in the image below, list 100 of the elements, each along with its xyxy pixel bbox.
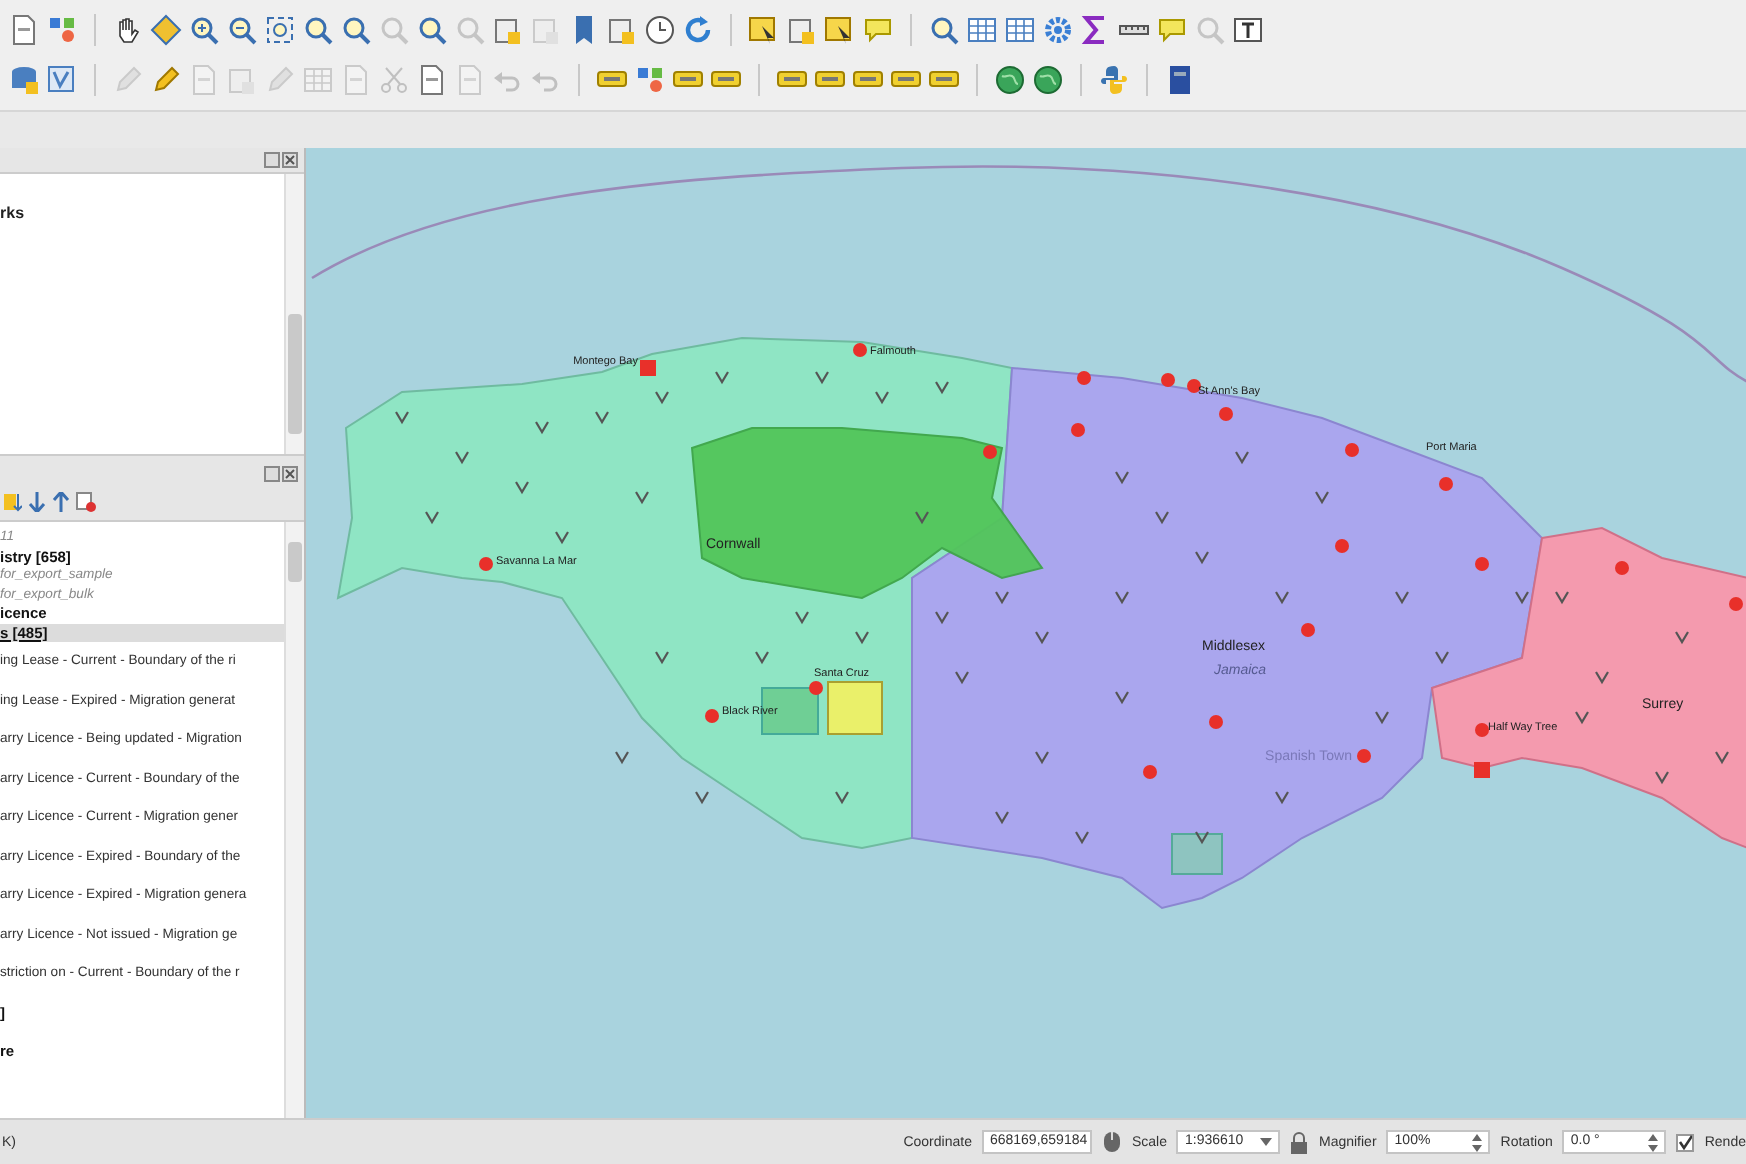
point-marker-icon (1435, 651, 1449, 665)
town-dot (1475, 723, 1489, 737)
layer-icon[interactable] (786, 13, 818, 46)
select-icon[interactable] (824, 13, 856, 46)
render-checkbox[interactable] (1676, 1133, 1695, 1151)
close-icon[interactable] (282, 465, 298, 481)
close-icon[interactable] (282, 151, 298, 167)
point-marker-icon (1515, 591, 1529, 605)
magnifier-icon[interactable] (416, 13, 448, 46)
city-square (1474, 762, 1490, 778)
point-marker-icon (615, 751, 629, 765)
magnifier-icon[interactable] (340, 13, 372, 46)
point-marker-icon (715, 371, 729, 385)
point-marker-icon (655, 391, 669, 405)
town-dot (1335, 539, 1349, 553)
lock-icon[interactable] (1290, 1131, 1309, 1153)
float-icon[interactable] (264, 465, 280, 481)
point-marker-icon (1195, 831, 1209, 845)
layer-icon[interactable] (492, 13, 524, 46)
table-icon[interactable] (1004, 13, 1036, 46)
town-dot (1729, 597, 1743, 611)
pencil-icon[interactable] (150, 64, 182, 97)
python-icon[interactable] (1098, 64, 1130, 97)
point-marker-icon (595, 411, 609, 425)
table-icon[interactable] (966, 13, 998, 46)
point-marker-icon (535, 421, 549, 435)
document-icon[interactable] (416, 64, 448, 97)
document-icon[interactable] (8, 13, 40, 46)
parcel-area (827, 681, 883, 735)
caret-icon (1260, 1138, 1273, 1146)
town-dot (1357, 749, 1371, 763)
mouse-icon[interactable] (1101, 1130, 1122, 1154)
style-icon[interactable] (634, 64, 666, 97)
town-dot (809, 681, 823, 695)
point-marker-icon (1035, 631, 1049, 645)
point-marker-icon (935, 611, 949, 625)
town-dot (1187, 379, 1201, 393)
vector-icon[interactable] (46, 64, 78, 97)
point-marker-icon (1395, 591, 1409, 605)
point-marker-icon (1035, 751, 1049, 765)
help-book-icon[interactable] (1164, 64, 1196, 97)
point-marker-icon (1595, 671, 1609, 685)
text-box-icon[interactable] (1232, 13, 1264, 46)
zoom-out-icon[interactable] (226, 13, 258, 46)
database-icon[interactable] (8, 64, 40, 97)
layer-icon[interactable] (606, 13, 638, 46)
gear-icon[interactable] (1042, 13, 1074, 46)
point-marker-icon (395, 411, 409, 425)
point-marker-icon (915, 511, 929, 525)
parcel-area (1171, 833, 1223, 875)
remove-layer-icon[interactable] (76, 492, 96, 512)
arrow-down-icon[interactable] (28, 492, 46, 512)
point-marker-icon (1575, 711, 1589, 725)
city-square (640, 360, 656, 376)
town-dot (983, 445, 997, 459)
town-dot (853, 343, 867, 357)
point-marker-icon (1115, 691, 1129, 705)
style-icon[interactable] (46, 13, 78, 46)
browser-item[interactable]: rks (0, 180, 284, 222)
arrow-up-icon[interactable] (52, 492, 70, 512)
point-marker-icon (425, 511, 439, 525)
point-marker-icon (515, 481, 529, 495)
layer-icon[interactable] (4, 492, 22, 512)
town-dot (705, 709, 719, 723)
town-dot (1615, 561, 1629, 575)
point-marker-icon (1195, 551, 1209, 565)
town-dot (1143, 765, 1157, 779)
point-marker-icon (855, 631, 869, 645)
magnifier-icon[interactable] (302, 13, 334, 46)
zoom-extent-icon[interactable] (264, 13, 296, 46)
spin-arrows-icon (1648, 1133, 1659, 1151)
point-marker-icon (955, 671, 969, 685)
town-dot (1439, 477, 1453, 491)
point-marker-icon (935, 381, 949, 395)
point-marker-icon (555, 531, 569, 545)
zoom-in-icon[interactable] (188, 13, 220, 46)
scrollbar[interactable] (284, 174, 304, 454)
point-marker-icon (1275, 591, 1289, 605)
point-marker-icon (875, 391, 889, 405)
select-icon[interactable] (748, 13, 780, 46)
town-dot (1219, 407, 1233, 421)
point-marker-icon (455, 451, 469, 465)
town-dot (1071, 423, 1085, 437)
point-marker-icon (1235, 451, 1249, 465)
point-marker-icon (1655, 771, 1669, 785)
point-marker-icon (695, 791, 709, 805)
town-dot (1475, 557, 1489, 571)
clock-icon[interactable] (644, 13, 676, 46)
globe-icon[interactable] (1032, 64, 1064, 97)
point-marker-icon (1115, 591, 1129, 605)
point-marker-icon (755, 651, 769, 665)
town-dot (1209, 715, 1223, 729)
town-dot (1161, 373, 1175, 387)
scrollbar[interactable] (284, 522, 304, 1118)
globe-icon[interactable] (994, 64, 1026, 97)
refresh-icon[interactable] (682, 13, 714, 46)
point-marker-icon (1715, 751, 1729, 765)
town-dot (1077, 371, 1091, 385)
float-icon[interactable] (264, 151, 280, 167)
point-marker-icon (1675, 631, 1689, 645)
